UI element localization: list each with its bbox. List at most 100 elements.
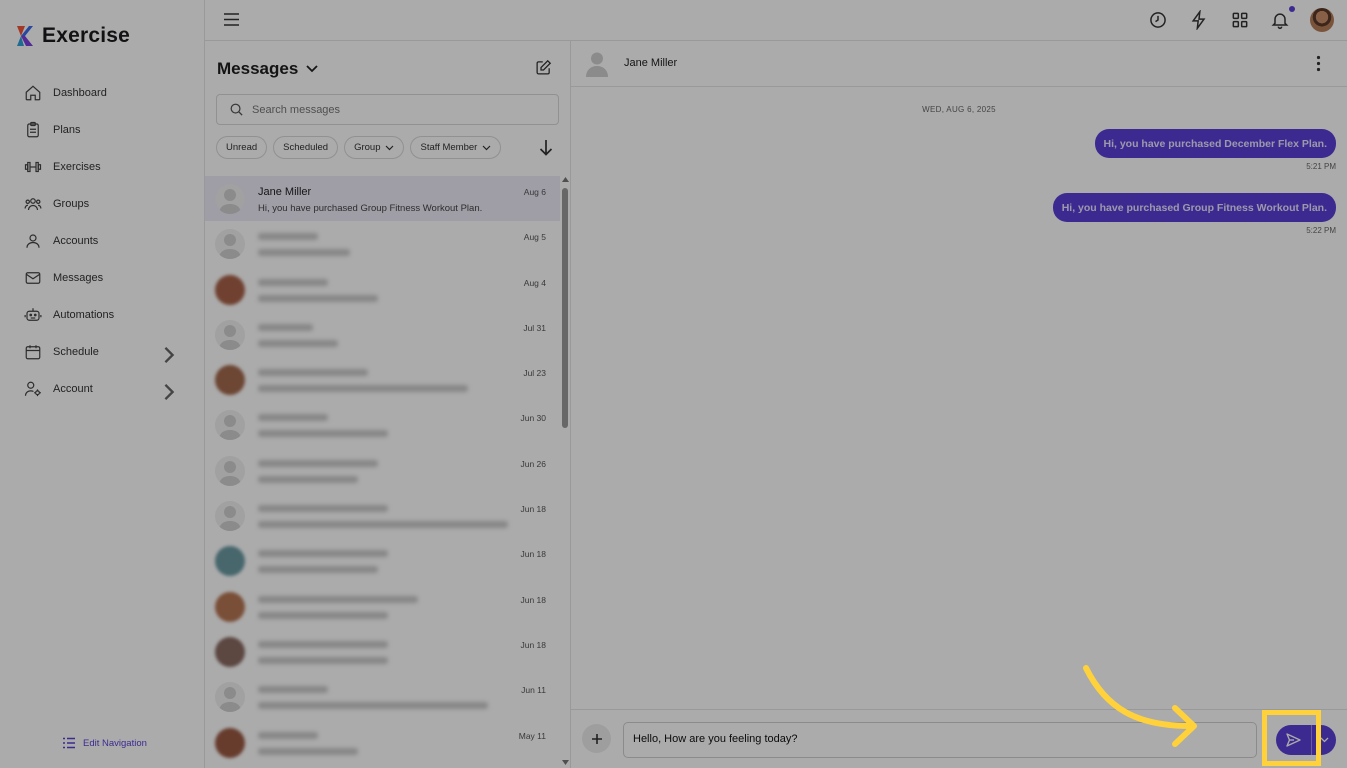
conversation-item[interactable]: Jul 31 [205, 312, 560, 357]
sidebar-item-messages[interactable]: Messages [0, 259, 204, 296]
redacted-name [258, 686, 328, 694]
redacted-name [258, 369, 368, 377]
send-button[interactable] [1276, 725, 1312, 755]
sidebar-item-account[interactable]: Account [0, 370, 204, 407]
conversation-date: Jun 18 [520, 549, 546, 560]
app-logo[interactable]: Exercise [14, 24, 130, 48]
sidebar-item-exercises[interactable]: Exercises [0, 148, 204, 185]
messages-title-dropdown[interactable]: Messages [217, 59, 318, 79]
sidebar-item-plans[interactable]: Plans [0, 111, 204, 148]
messages-panel: Messages Unread Scheduled Group Staff Me… [205, 41, 571, 768]
conversation-item[interactable]: Jun 18 [205, 493, 560, 538]
conversation-date: Jun 18 [520, 639, 546, 650]
conversation-item[interactable]: Jun 30 [205, 402, 560, 447]
lightning-icon[interactable] [1189, 10, 1209, 30]
search-box [216, 94, 559, 125]
conversation-date: Jun 30 [520, 413, 546, 424]
dumbbell-icon [24, 161, 42, 172]
sidebar-item-label: Groups [53, 197, 90, 210]
avatar [215, 727, 245, 758]
menu-icon[interactable] [223, 12, 240, 27]
scrollbar[interactable] [560, 176, 569, 768]
redacted-name [258, 505, 388, 513]
conversation-item[interactable]: Aug 4 [205, 267, 560, 312]
compose-icon[interactable] [535, 59, 552, 76]
sidebar-item-schedule[interactable]: Schedule [0, 333, 204, 370]
top-bar [205, 0, 1347, 41]
conversation-date: Jul 31 [523, 322, 546, 333]
redacted-name [258, 459, 378, 467]
redacted-name [258, 640, 388, 648]
search-icon [230, 103, 243, 116]
sidebar-item-dashboard[interactable]: Dashboard [0, 74, 204, 111]
chevron-down-icon [1320, 737, 1328, 743]
avatar [215, 546, 245, 577]
conversation-item[interactable]: Jun 18 [205, 538, 560, 583]
conversation-item[interactable]: Jul 23 [205, 357, 560, 402]
avatar [215, 501, 245, 532]
sidebar-item-label: Accounts [53, 234, 99, 247]
chevron-right-icon [164, 383, 175, 401]
bell-icon[interactable] [1270, 10, 1290, 30]
conversation-item[interactable]: Jun 18 [205, 584, 560, 629]
app-name: Exercise [42, 24, 131, 47]
home-icon [25, 84, 41, 100]
avatar [215, 682, 245, 713]
conversation-item[interactable]: Jun 11 [205, 674, 560, 719]
conversation-date: Jun 26 [520, 458, 546, 469]
filter-chips: Unread Scheduled Group Staff Member [216, 136, 502, 159]
chip-label: Unread [226, 142, 258, 153]
attach-button[interactable] [582, 724, 611, 753]
clipboard-icon [27, 121, 39, 137]
chevron-right-icon [164, 346, 175, 364]
apps-grid-icon[interactable] [1230, 10, 1250, 30]
sidebar-item-automations[interactable]: Automations [0, 296, 204, 333]
conversation-preview: Hi, you have purchased Group Fitness Wor… [258, 203, 483, 214]
message-composer: Hello, How are you feeling today? [571, 709, 1347, 768]
send-icon [1286, 733, 1301, 747]
conversation-name: Jane Miller [258, 186, 312, 198]
redacted-preview [258, 385, 468, 393]
sidebar-item-accounts[interactable]: Accounts [0, 222, 204, 259]
filter-unread[interactable]: Unread [216, 136, 268, 159]
history-icon[interactable] [1148, 10, 1168, 30]
sidebar-item-label: Exercises [53, 160, 101, 173]
conversation-item[interactable]: Jun 18 [205, 629, 560, 674]
redacted-preview [258, 521, 508, 529]
send-options-button[interactable] [1312, 725, 1336, 755]
user-gear-icon [24, 381, 41, 396]
user-icon [26, 233, 40, 248]
message-input[interactable]: Hello, How are you feeling today? [623, 722, 1257, 758]
redacted-name [258, 595, 418, 603]
filter-staff-member[interactable]: Staff Member [410, 136, 502, 159]
sort-arrow-down-icon[interactable] [539, 139, 553, 156]
sidebar-nav: Dashboard Plans Exercises Groups Account… [0, 74, 204, 407]
conversation-date: May 11 [518, 730, 546, 741]
chip-label: Scheduled [283, 142, 329, 153]
redacted-name [258, 550, 388, 558]
conversation-item[interactable]: Jane Miller Hi, you have purchased Group … [205, 176, 560, 222]
redacted-preview [258, 294, 378, 302]
contact-avatar-icon [586, 52, 608, 77]
message-time: 5:21 PM [1306, 162, 1336, 171]
sidebar-item-label: Plans [53, 123, 81, 136]
redacted-preview [258, 249, 350, 257]
conversation-item[interactable]: May 11 [205, 720, 560, 765]
more-vertical-icon[interactable] [1316, 55, 1321, 72]
edit-navigation-link[interactable]: Edit Navigation [62, 737, 147, 749]
conversation-date: Jun 18 [520, 504, 546, 515]
redacted-preview [258, 611, 388, 619]
redacted-name [258, 278, 328, 286]
conversation-item[interactable]: Aug 5 [205, 221, 560, 266]
search-input[interactable] [252, 103, 542, 116]
conversation-item[interactable]: Jun 26 [205, 448, 560, 493]
scrollbar-thumb[interactable] [562, 188, 568, 428]
sidebar-item-label: Messages [53, 271, 104, 284]
redacted-preview [258, 702, 488, 710]
profile-avatar[interactable] [1310, 8, 1334, 32]
filter-scheduled[interactable]: Scheduled [273, 136, 339, 159]
filter-group[interactable]: Group [344, 136, 405, 159]
chevron-down-icon [386, 145, 394, 150]
redacted-preview [258, 339, 338, 347]
sidebar-item-groups[interactable]: Groups [0, 185, 204, 222]
